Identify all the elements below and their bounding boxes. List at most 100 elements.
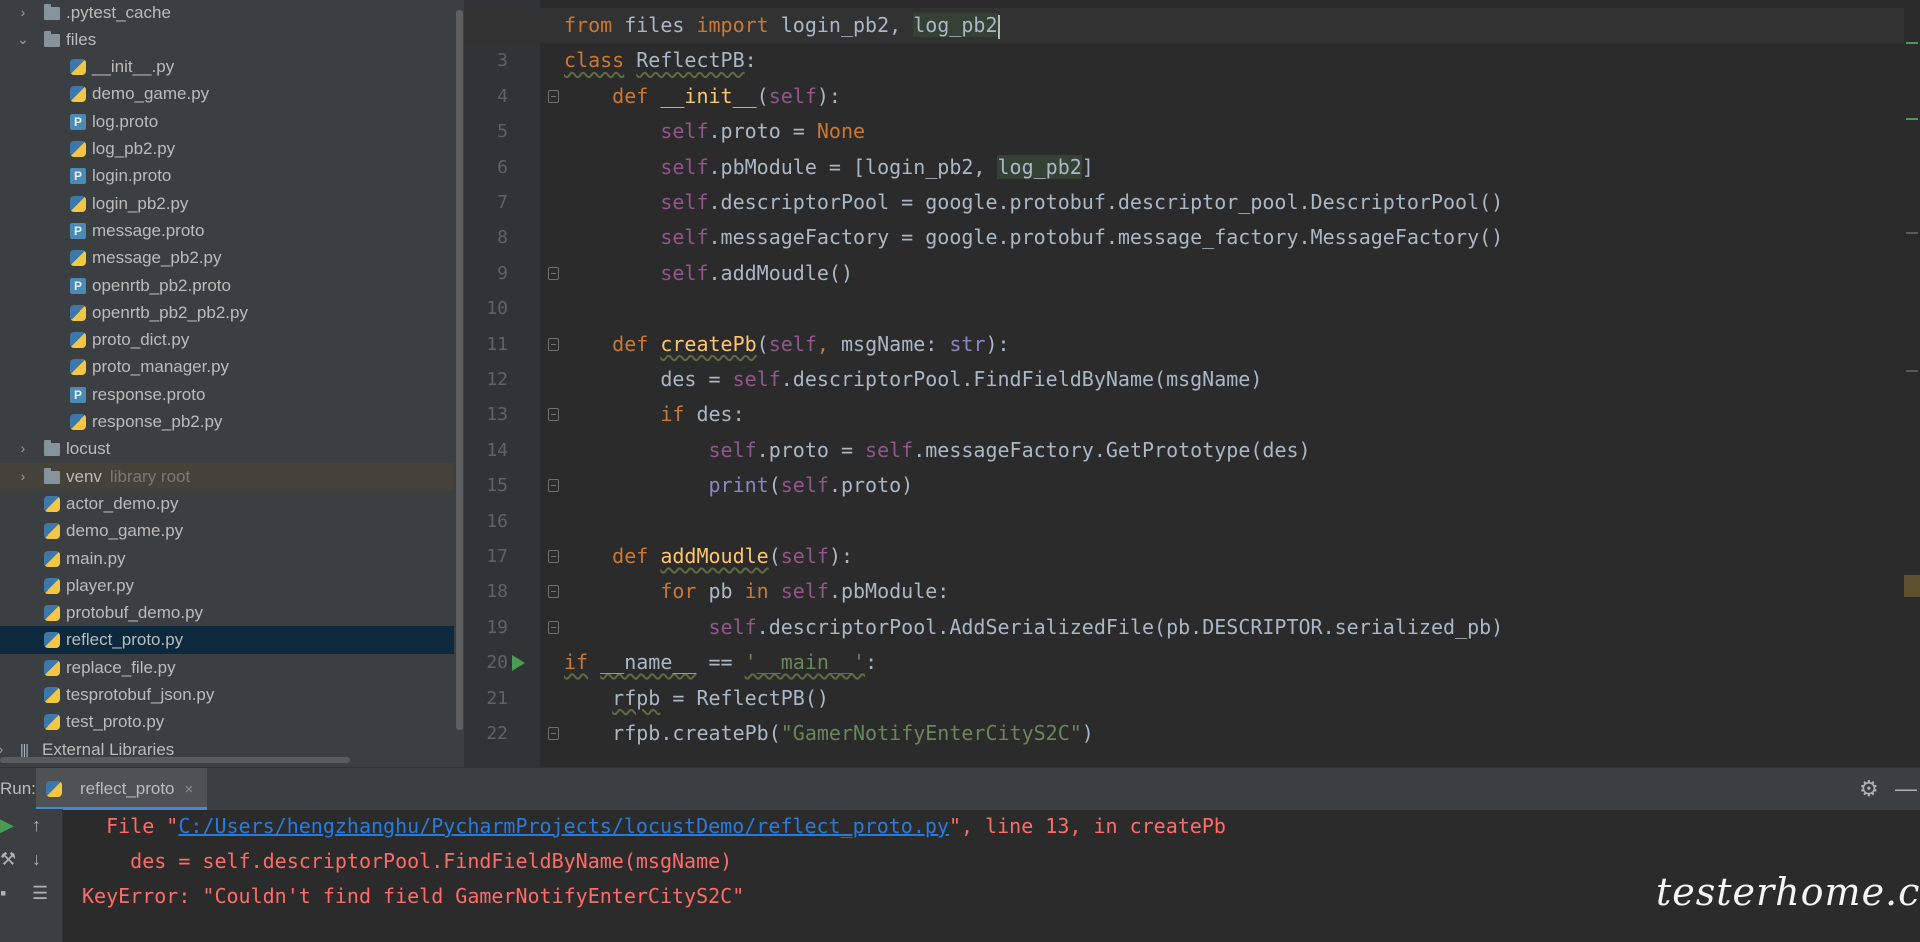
editor-scrollbar[interactable]: [1904, 0, 1920, 767]
arrow-down-icon[interactable]: ↓: [32, 849, 41, 870]
code-token: self: [768, 331, 817, 356]
tree-item-label: login.proto: [92, 166, 172, 186]
code-line[interactable]: if __name__ == '__main__':: [564, 645, 877, 680]
chevron-right-icon[interactable]: ›: [16, 463, 30, 490]
tree-item[interactable]: response_pb2.py: [0, 408, 454, 435]
tree-item[interactable]: main.py: [0, 545, 454, 572]
run-gutter-icon[interactable]: [512, 655, 525, 672]
tree-item[interactable]: ⌄ files: [0, 26, 454, 53]
code-line[interactable]: print(self.proto): [564, 468, 914, 503]
fold-close-icon[interactable]: [548, 479, 559, 493]
code-editor[interactable]: 2345678910111213141516171819202122 from …: [464, 0, 1920, 767]
tree-item[interactable]: Plog.proto: [0, 108, 454, 135]
tree-item[interactable]: player.py: [0, 572, 454, 599]
change-marker[interactable]: [1906, 118, 1918, 120]
tree-item[interactable]: test_proto.py: [0, 708, 454, 735]
fold-open-icon[interactable]: [548, 408, 559, 422]
fold-close-icon[interactable]: [548, 727, 559, 740]
code-line[interactable]: self.descriptorPool = google.protobuf.de…: [564, 185, 1503, 220]
tree-item[interactable]: Presponse.proto: [0, 381, 454, 408]
tree-item[interactable]: protobuf_demo.py: [0, 599, 454, 626]
tree-item[interactable]: login_pb2.py: [0, 190, 454, 217]
tree-item[interactable]: __init__.py: [0, 53, 454, 80]
file-link[interactable]: C:/Users/hengzhanghu/PycharmProjects/loc…: [178, 814, 949, 838]
code-line[interactable]: self.messageFactory = google.protobuf.me…: [564, 220, 1503, 255]
warning-marker[interactable]: [1904, 575, 1920, 597]
tree-item-label: venv library root: [66, 466, 191, 486]
close-icon[interactable]: ×: [185, 781, 194, 798]
tree-item[interactable]: replace_file.py: [0, 654, 454, 681]
fold-close-icon[interactable]: [548, 266, 559, 280]
code-line[interactable]: for pb in self.pbModule:: [564, 574, 949, 609]
code-line[interactable]: if des:: [564, 397, 744, 432]
code-token: = ReflectPB(): [660, 685, 829, 710]
tree-item[interactable]: openrtb_pb2_pb2.py: [0, 299, 454, 326]
project-tree-horizontal-scrollbar[interactable]: [0, 757, 350, 763]
arrow-up-icon[interactable]: ↑: [32, 815, 41, 836]
code-marker[interactable]: [1906, 370, 1918, 372]
change-marker[interactable]: [1906, 42, 1918, 44]
code-line[interactable]: def addMoudle(self):: [564, 539, 853, 574]
code-token: __name__: [600, 650, 697, 675]
code-line[interactable]: from files import login_pb2, log_pb2: [464, 8, 1904, 43]
fold-open-icon[interactable]: [548, 337, 559, 351]
code-line[interactable]: self.proto = self.messageFactory.GetProt…: [564, 433, 1311, 468]
tree-item[interactable]: › .pytest_cache: [0, 0, 454, 26]
code-line[interactable]: def createPb(self, msgName: str):: [564, 327, 1009, 362]
code-token: pb: [696, 579, 745, 604]
line-number: 9: [497, 262, 508, 284]
tree-item[interactable]: Plogin.proto: [0, 162, 454, 189]
tree-item[interactable]: › locust: [0, 435, 454, 462]
tree-item[interactable]: reflect_proto.py: [0, 626, 454, 654]
chevron-down-icon[interactable]: ⌄: [16, 26, 30, 53]
code-token: from: [564, 13, 613, 37]
tree-item[interactable]: demo_game.py: [0, 517, 454, 544]
line-number: 22: [486, 723, 508, 744]
chevron-right-icon[interactable]: ›: [16, 0, 30, 26]
code-line[interactable]: self.addMoudle(): [564, 256, 853, 291]
tree-item[interactable]: message_pb2.py: [0, 244, 454, 271]
code-line[interactable]: class ReflectPB:: [564, 43, 757, 78]
chevron-right-icon[interactable]: ›: [16, 435, 30, 462]
code-line[interactable]: rfpb.createPb("GamerNotifyEnterCityS2C"): [564, 716, 1094, 751]
minimize-icon[interactable]: —: [1895, 776, 1917, 802]
tree-item[interactable]: Pmessage.proto: [0, 217, 454, 244]
tree-item-label: reflect_proto.py: [66, 630, 184, 650]
tree-item[interactable]: tesprotobuf_json.py: [0, 681, 454, 708]
code-line[interactable]: self.descriptorPool.AddSerializedFile(pb…: [564, 610, 1504, 645]
tree-item[interactable]: proto_manager.py: [0, 353, 454, 380]
tree-item[interactable]: log_pb2.py: [0, 135, 454, 162]
tree-item[interactable]: proto_dict.py: [0, 326, 454, 353]
wrench-icon[interactable]: ⚒: [0, 849, 16, 870]
tree-item[interactable]: › venv library root: [0, 462, 454, 490]
code-line[interactable]: des = self.descriptorPool.FindFieldByNam…: [564, 362, 1262, 397]
stop-icon[interactable]: ▪: [0, 883, 6, 904]
scrollbar-thumb[interactable]: [456, 10, 463, 730]
fold-close-icon[interactable]: [548, 620, 559, 634]
code-token: files: [612, 13, 697, 37]
code-token: def: [612, 331, 649, 356]
code-line[interactable]: def __init__(self):: [564, 79, 841, 114]
code-token: self: [780, 579, 829, 604]
fold-open-icon[interactable]: [548, 550, 559, 563]
tree-item-label: __init__.py: [92, 57, 175, 77]
code-marker[interactable]: [1906, 232, 1918, 234]
tree-item[interactable]: demo_game.py: [0, 80, 454, 107]
gear-icon[interactable]: ⚙: [1859, 776, 1879, 802]
editor-gutter: 2345678910111213141516171819202122: [464, 0, 559, 767]
tree-item[interactable]: Popenrtb_pb2.proto: [0, 272, 454, 299]
console-line: KeyError: "Couldn't find field GamerNoti…: [82, 879, 744, 914]
soft-wrap-icon[interactable]: ☰: [32, 883, 48, 904]
project-tree-scrollbar[interactable]: [454, 0, 464, 740]
fold-open-icon[interactable]: [548, 89, 559, 103]
rerun-icon[interactable]: ▶: [0, 815, 14, 836]
folder-icon: [44, 30, 60, 47]
fold-open-icon[interactable]: [548, 585, 559, 599]
folder-icon: [44, 467, 60, 484]
run-tab-reflect-proto[interactable]: reflect_proto ×: [36, 768, 208, 810]
tree-item[interactable]: actor_demo.py: [0, 490, 454, 517]
code-line[interactable]: rfpb = ReflectPB(): [564, 681, 829, 716]
code-line[interactable]: self.pbModule = [login_pb2, log_pb2]: [564, 150, 1094, 185]
code-line[interactable]: self.proto = None: [564, 114, 865, 149]
